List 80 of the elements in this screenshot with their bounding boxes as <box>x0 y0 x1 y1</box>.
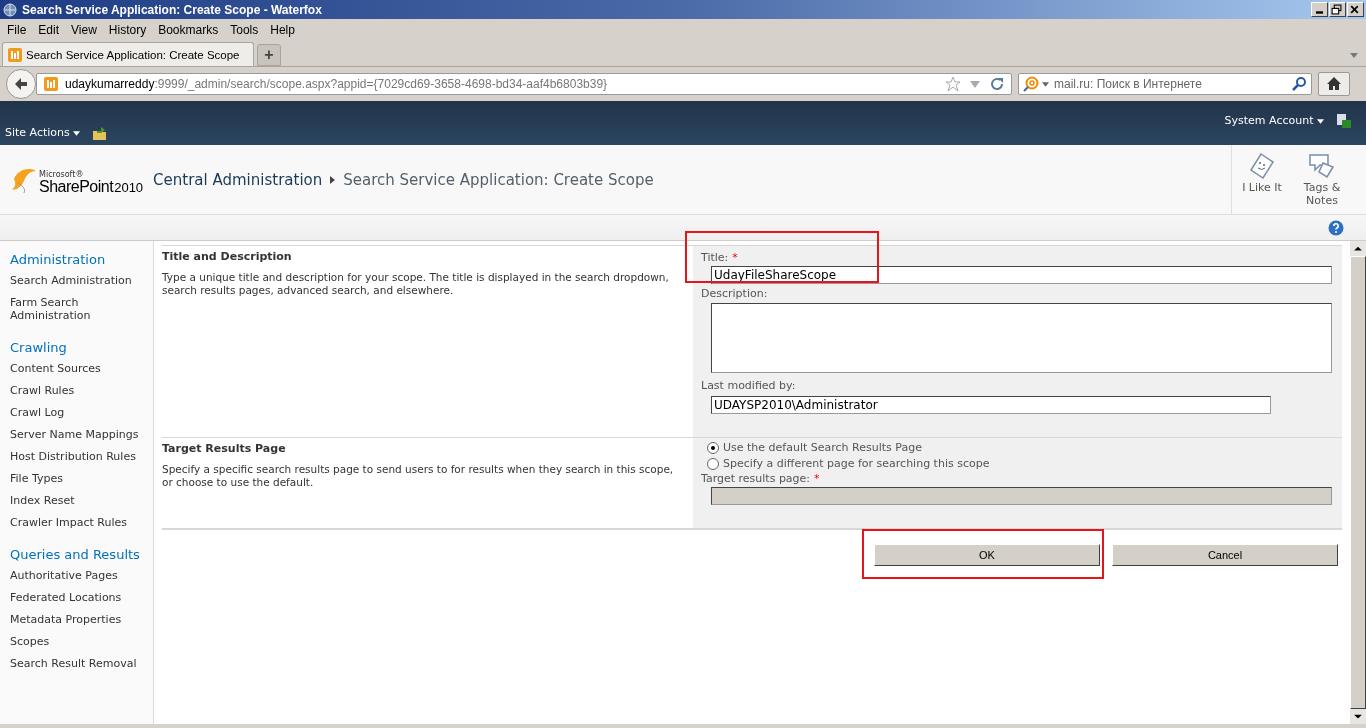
smiley-tag-icon <box>1247 151 1277 181</box>
search-field[interactable]: mail.ru: Поиск в Интернете <box>1018 73 1312 95</box>
field-label: Target results page: <box>701 472 811 485</box>
menu-item[interactable]: Edit <box>32 22 66 37</box>
site-icon <box>7 46 23 63</box>
back-icon <box>13 76 29 92</box>
section-description: Type a unique title and description for your scope. The title is displayed in the search dropdown, search results pages, advanced search, and elsewhere. <box>162 271 670 297</box>
section-title: Title and Description <box>162 250 293 263</box>
radio-label[interactable]: Use the default Search Results Page <box>723 440 922 456</box>
help-icon[interactable] <box>1328 219 1344 236</box>
close-icon <box>1349 4 1360 15</box>
sidebar-item[interactable]: Federated Locations <box>10 591 153 604</box>
sharepoint-logo[interactable]: Microsoft® SharePoint2010 <box>10 164 144 195</box>
text-area[interactable] <box>711 303 1332 373</box>
section-description: Specify a specific search results page to send users to for results when they search in this scope, or choose to use the default. <box>162 463 675 489</box>
text-field[interactable]: UDAYSP2010\Administrator <box>711 396 1271 414</box>
star-icon[interactable] <box>945 76 961 92</box>
scrollbar[interactable] <box>1350 241 1366 724</box>
caret-icon[interactable] <box>1042 81 1049 87</box>
sidebar-heading[interactable]: Crawling <box>10 340 153 356</box>
menu-item[interactable]: View <box>65 22 103 37</box>
sidebar-heading[interactable]: Administration <box>10 252 153 268</box>
sidebar-heading[interactable]: Queries and Results <box>10 547 153 563</box>
sidebar-item[interactable]: Index Reset <box>10 494 153 507</box>
restore-icon <box>1331 4 1342 15</box>
menu-item[interactable]: Bookmarks <box>152 22 225 37</box>
caret-icon[interactable] <box>1350 53 1358 58</box>
section-title: Target Results Page <box>162 442 287 455</box>
sidebar-item[interactable]: Metadata Properties <box>10 613 153 626</box>
radio-button[interactable] <box>707 442 719 454</box>
home-button[interactable] <box>1318 72 1350 96</box>
sidebar-item[interactable]: Search Result Removal <box>10 657 153 670</box>
sidebar-item[interactable]: Authoritative Pages <box>10 569 153 582</box>
sidebar-item[interactable]: Server Name Mappings <box>10 428 153 441</box>
sidebar-item[interactable]: Crawl Rules <box>10 384 153 397</box>
radio-label[interactable]: Specify a different page for searching this scope <box>723 456 990 472</box>
window-title: Search Service Application: Create Scope - Waterfox <box>22 2 323 17</box>
browser-tab[interactable]: Search Service Application: Create Scope <box>2 42 254 66</box>
sidebar-item[interactable]: Crawl Log <box>10 406 153 419</box>
caret-icon <box>73 131 81 136</box>
sidebar-item[interactable]: Crawler Impact Rules <box>10 516 153 529</box>
menu-item[interactable]: Tools <box>224 22 265 37</box>
new-tab-button[interactable]: + <box>257 44 281 66</box>
social-action-button[interactable]: I Like It <box>1232 151 1292 214</box>
back-button[interactable] <box>6 69 36 99</box>
breadcrumb-link[interactable]: Central Administration <box>153 170 323 189</box>
required-mark: * <box>814 472 820 485</box>
caret-icon <box>1317 119 1324 124</box>
search-icon[interactable] <box>1291 76 1307 92</box>
field-label: Description: <box>701 287 768 300</box>
page-title: Search Service Application: Create Scope <box>343 170 654 189</box>
required-mark: * <box>732 251 738 264</box>
menu-item[interactable]: File <box>1 22 33 37</box>
folder-arrow-icon[interactable] <box>92 125 109 141</box>
sidebar-item[interactable]: Host Distribution Rules <box>10 450 153 463</box>
address-bar[interactable]: udaykumarreddy:9999/_admin/search/scope.aspx?appid={7029cd69-3658-4698-bd34-aaf4b6803b39} <box>36 73 1012 95</box>
field-label: Last modified by: <box>701 379 796 392</box>
home-icon <box>1326 76 1342 92</box>
text-field[interactable]: UdayFileShareScope <box>711 266 1332 284</box>
restore-button[interactable] <box>1329 2 1346 17</box>
form-button[interactable]: OK <box>874 544 1100 566</box>
form-button[interactable]: Cancel <box>1112 544 1338 566</box>
minimize-button[interactable] <box>1311 2 1328 17</box>
menu-item[interactable]: History <box>102 22 153 37</box>
sidebar-item[interactable]: Search Administration <box>10 274 153 287</box>
menu-item[interactable]: Help <box>264 22 301 37</box>
globe-icon <box>2 1 18 18</box>
sidebar-item[interactable]: Farm Search Administration <box>10 296 153 322</box>
speech-tag-icon <box>1307 151 1337 181</box>
sidebar-item[interactable]: Scopes <box>10 635 153 648</box>
field-label: Title: <box>701 251 729 264</box>
sidebar-item[interactable]: Content Sources <box>10 362 153 375</box>
minimize-icon <box>1316 11 1323 14</box>
reload-icon[interactable] <box>989 76 1005 92</box>
social-action-button[interactable]: Tags & Notes <box>1292 151 1352 214</box>
radio-button[interactable] <box>707 458 719 470</box>
site-icon <box>43 76 59 92</box>
close-button[interactable] <box>1347 2 1364 17</box>
sidebar-item[interactable]: File Types <box>10 472 153 485</box>
breadcrumb-arrow-icon <box>330 175 336 184</box>
